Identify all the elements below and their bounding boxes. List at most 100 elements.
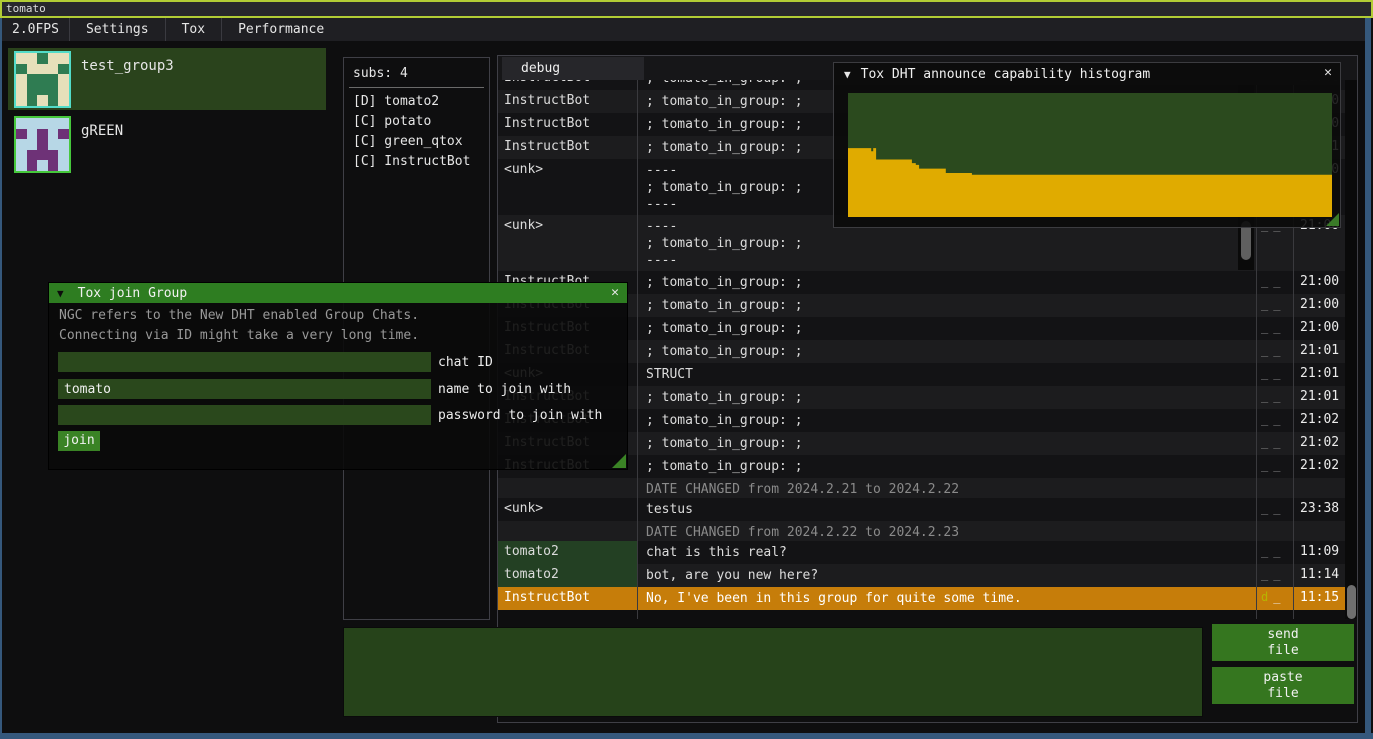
avatar-pixel: [37, 53, 48, 64]
delivery-flag: _: [1261, 501, 1273, 515]
send-file-button[interactable]: send file: [1212, 624, 1354, 661]
avatar-pixel: [48, 85, 59, 96]
message-line: No, I've been in this group for quite so…: [646, 590, 1256, 607]
join-button[interactable]: join: [58, 431, 100, 451]
avatar-pixel: [48, 74, 59, 85]
message-text: ; tomato_in_group: ;: [637, 432, 1256, 455]
date-changed-text: DATE CHANGED from 2024.2.22 to 2024.2.23: [637, 521, 1256, 541]
chat-id-label: chat ID: [438, 355, 493, 370]
delivery-flags: __: [1256, 294, 1293, 317]
menu-item-settings[interactable]: Settings: [70, 18, 165, 41]
chat-scrollbar-thumb[interactable]: [1347, 585, 1356, 619]
menu-item-performance[interactable]: Performance: [222, 18, 340, 41]
message-text: ; tomato_in_group: ;: [637, 386, 1256, 409]
sender-name: InstructBot: [498, 113, 637, 136]
sender-name: [498, 521, 637, 541]
avatar-pixel: [16, 53, 27, 64]
message-text: ; tomato_in_group: ;: [637, 317, 1256, 340]
chat-id-input[interactable]: [58, 352, 431, 372]
message-line: DATE CHANGED from 2024.2.22 to 2024.2.23: [646, 524, 1256, 541]
avatar-pixel: [27, 53, 38, 64]
chat-scrollbar-track[interactable]: [1345, 80, 1357, 619]
delivery-flag: _: [1261, 435, 1273, 449]
date-separator-row: DATE CHANGED from 2024.2.21 to 2024.2.22: [498, 478, 1357, 498]
subs-member-potato[interactable]: [C] potato: [344, 112, 489, 132]
subs-member-green_qtox[interactable]: [C] green_qtox: [344, 132, 489, 152]
menu-item-tox[interactable]: Tox: [166, 18, 221, 41]
join-password-input[interactable]: [58, 405, 431, 425]
delivery-flags: [1256, 521, 1293, 541]
delivery-flag: _: [1273, 501, 1285, 515]
delivery-flag: _: [1273, 544, 1285, 558]
avatar-pixel: [58, 139, 69, 150]
message-input[interactable]: [343, 627, 1203, 717]
avatar-pixel: [58, 95, 69, 106]
resize-handle[interactable]: [612, 454, 626, 468]
collapse-icon[interactable]: ▼: [844, 68, 851, 81]
avatar-pixel: [27, 129, 38, 140]
group-avatar: [14, 51, 71, 108]
delivery-flags: __: [1256, 340, 1293, 363]
avatar-pixel: [58, 160, 69, 171]
subs-divider: [349, 87, 484, 88]
avatar-pixel: [48, 53, 59, 64]
delivery-flag: _: [1273, 590, 1285, 604]
subs-member-list: [D] tomato2[C] potato[C] green_qtox[C] I…: [344, 92, 489, 172]
close-icon[interactable]: ✕: [1324, 65, 1332, 80]
resize-handle[interactable]: [1326, 213, 1339, 226]
app-window: tomato 2.0FPS Settings Tox Performance t…: [0, 0, 1373, 739]
histogram-fill: [848, 148, 1332, 217]
subs-member-InstructBot[interactable]: [C] InstructBot: [344, 152, 489, 172]
sender-name: <unk>: [498, 498, 637, 521]
join-name-input[interactable]: [58, 379, 431, 399]
group-item-test_group3[interactable]: test_group3: [8, 48, 326, 110]
delivery-flags: __: [1256, 432, 1293, 455]
avatar-pixel: [48, 129, 59, 140]
collapse-icon[interactable]: ▼: [57, 287, 64, 300]
delivery-flags: d_: [1256, 587, 1293, 610]
avatar-pixel: [48, 160, 59, 171]
delivery-flag: _: [1273, 297, 1285, 311]
avatar-pixel: [37, 139, 48, 150]
message-line: ; tomato_in_group: ;: [646, 412, 1256, 429]
message-line: ; tomato_in_group: ;: [646, 343, 1256, 360]
delivery-flags: __: [1256, 409, 1293, 432]
message-text: No, I've been in this group for quite so…: [637, 587, 1256, 610]
delivery-flags: __: [1256, 363, 1293, 386]
dht-histogram-titlebar[interactable]: ▼ Tox DHT announce capability histogram …: [834, 63, 1340, 85]
avatar-pixel: [27, 74, 38, 85]
message-text: ; tomato_in_group: ;: [637, 340, 1256, 363]
avatar-pixel: [16, 160, 27, 171]
join-name-label: name to join with: [438, 382, 571, 397]
window-titlebar[interactable]: tomato: [0, 0, 1373, 18]
subs-member-tomato2[interactable]: [D] tomato2: [344, 92, 489, 112]
dht-histogram-title: Tox DHT announce capability histogram: [861, 67, 1151, 82]
sender-name: <unk>: [498, 215, 637, 271]
delivery-flag: _: [1273, 343, 1285, 357]
paste-file-button[interactable]: paste file: [1212, 667, 1354, 704]
dht-histogram-plot: [848, 93, 1332, 217]
message-text: ; tomato_in_group: ;: [637, 409, 1256, 432]
message-line: bot, are you new here?: [646, 567, 1256, 584]
join-group-title: Tox join Group: [78, 286, 188, 301]
delivery-flag: _: [1261, 274, 1273, 288]
message-line: DATE CHANGED from 2024.2.21 to 2024.2.22: [646, 481, 1256, 498]
message-row: <unk>testus__23:38: [498, 498, 1357, 521]
histogram-area-chart: [848, 93, 1332, 217]
group-item-gREEN[interactable]: gREEN: [8, 113, 326, 175]
join-group-titlebar[interactable]: ▼ Tox join Group ✕: [49, 283, 627, 303]
close-icon[interactable]: ✕: [611, 285, 619, 300]
sender-name: tomato2: [498, 541, 637, 564]
message-text: STRUCT: [637, 363, 1256, 386]
delivery-flag: _: [1273, 366, 1285, 380]
avatar-pixel: [27, 160, 38, 171]
message-text: ; tomato_in_group: ;: [637, 294, 1256, 317]
sender-name: <unk>: [498, 159, 637, 215]
send-file-label-line2: file: [1267, 643, 1298, 659]
delivery-flag: _: [1273, 458, 1285, 472]
avatar-pixel: [37, 95, 48, 106]
tab-debug[interactable]: debug: [502, 57, 644, 80]
avatar-pixel: [58, 53, 69, 64]
avatar-pixel: [37, 129, 48, 140]
delivery-flag: d: [1261, 590, 1273, 604]
